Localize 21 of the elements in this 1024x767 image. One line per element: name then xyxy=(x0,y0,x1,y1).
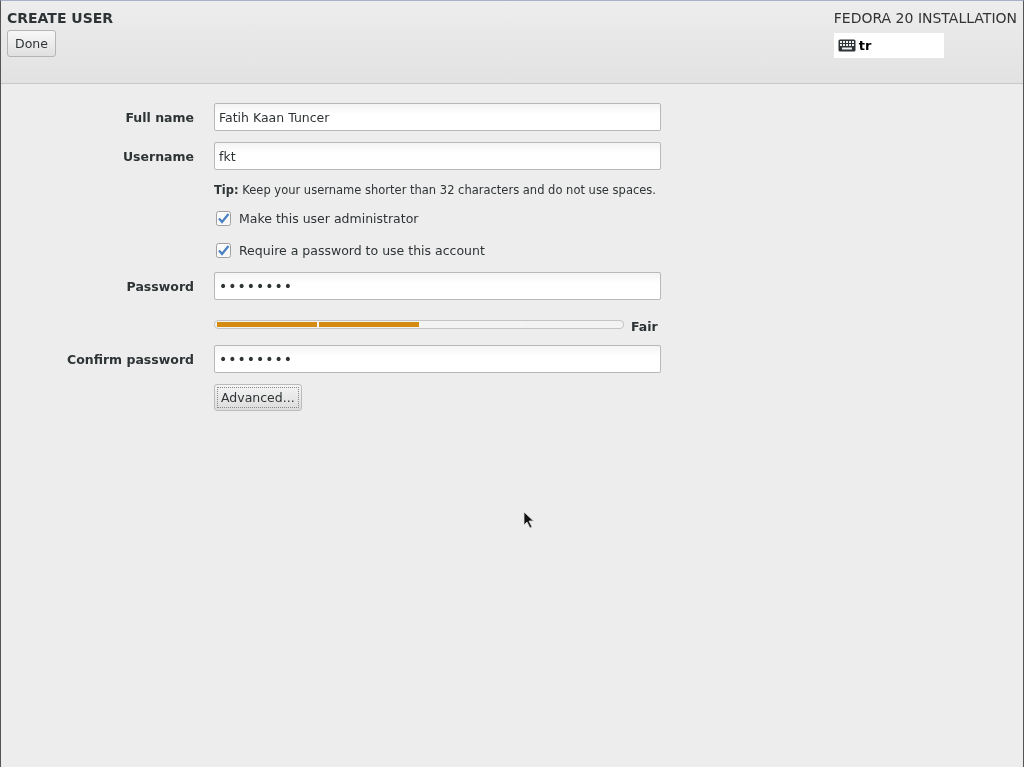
checkbox[interactable] xyxy=(216,243,231,258)
product-title: FEDORA 20 INSTALLATION xyxy=(833,10,1017,26)
checkbox-label[interactable]: Require a password to use this account xyxy=(239,243,485,258)
checkbox[interactable] xyxy=(216,211,231,226)
text-field[interactable]: Fatih Kaan Tuncer xyxy=(214,103,661,131)
password-field[interactable]: •••••••• xyxy=(214,345,661,373)
keyboard-layout-indicator[interactable]: tr xyxy=(833,33,944,58)
mouse-pointer-icon xyxy=(523,511,535,529)
strength-reading: Fair xyxy=(631,319,658,334)
field-label: Password xyxy=(125,278,194,294)
username-tip: Tip: Keep your username shorter than 32 characters and do not use spaces. xyxy=(214,183,657,197)
field-label: Username xyxy=(121,148,194,164)
done-button[interactable]: Done xyxy=(7,30,56,57)
advanced-button[interactable]: Advanced... xyxy=(214,384,302,411)
keyboard-icon xyxy=(837,39,856,52)
checkbox-label[interactable]: Make this user administrator xyxy=(239,211,419,226)
field-label: Confirm password xyxy=(66,351,194,367)
field-label: Full name xyxy=(124,109,194,125)
page-title: CREATE USER xyxy=(7,10,114,26)
password-field[interactable]: •••••••• xyxy=(214,272,661,300)
text-field[interactable]: fkt xyxy=(214,142,661,170)
